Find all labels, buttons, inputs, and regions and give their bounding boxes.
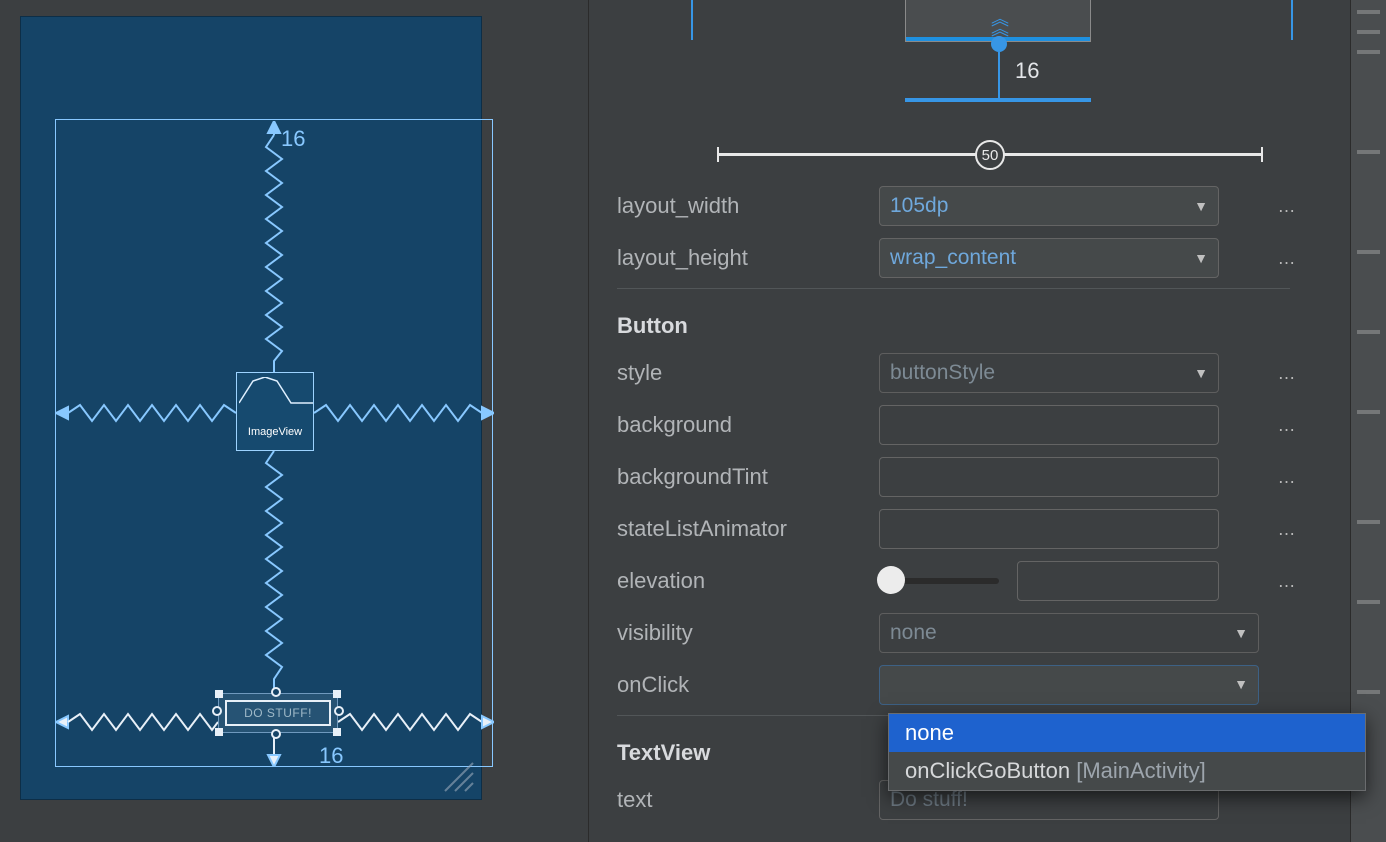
imageview-component[interactable]: ImageView	[236, 372, 314, 451]
prop-label: elevation	[615, 568, 879, 594]
prop-label: stateListAnimator	[615, 516, 879, 542]
caret-down-icon: ▼	[1194, 198, 1208, 214]
prop-row-visibility: visibility none ▼	[615, 607, 1326, 659]
caret-down-icon: ▼	[1234, 676, 1248, 692]
constraint-widget-bottom-bar	[905, 98, 1091, 102]
caret-down-icon: ▼	[1194, 250, 1208, 266]
visibility-value: none	[890, 621, 937, 645]
onclick-input[interactable]	[888, 674, 1184, 696]
horizontal-bias-slider[interactable]: 50	[717, 144, 1263, 164]
statelistanimator-input[interactable]	[879, 509, 1219, 549]
prop-row-onclick: onClick ▼	[615, 659, 1326, 711]
button-component-text: DO STUFF!	[225, 700, 331, 726]
more-actions-button[interactable]: …	[1272, 196, 1302, 217]
blueprint-design-surface[interactable]: 16 16 ImageView DO STUFF!	[20, 16, 482, 800]
elevation-input[interactable]	[1017, 561, 1219, 601]
button-component-selected[interactable]: DO STUFF!	[218, 693, 338, 733]
dropdown-option-none[interactable]: none	[889, 714, 1365, 752]
constraint-anchor[interactable]	[271, 729, 281, 739]
dropdown-option-onclickgobutton[interactable]: onClickGoButton [MainActivity]	[889, 752, 1365, 790]
constraint-widget-bottom-link	[998, 52, 1000, 102]
dropdown-option-label: none	[905, 720, 954, 745]
layout-height-value: wrap_content	[890, 246, 1016, 270]
caret-down-icon: ▼	[1194, 365, 1208, 381]
separator	[617, 288, 1290, 289]
prop-label: layout_height	[615, 245, 879, 271]
visibility-combo[interactable]: none ▼	[879, 613, 1259, 653]
resize-handle[interactable]	[333, 690, 341, 698]
prop-label: visibility	[615, 620, 879, 646]
onclick-combo[interactable]: ▼	[879, 665, 1259, 705]
constraint-spring-top	[264, 121, 284, 374]
prop-label: backgroundTint	[615, 464, 879, 490]
prop-label: text	[615, 787, 879, 813]
caret-down-icon: ▼	[1234, 625, 1248, 641]
prop-row-statelistanimator: stateListAnimator …	[615, 503, 1326, 555]
constraint-spring-right-img	[314, 402, 494, 424]
more-actions-button[interactable]: …	[1272, 571, 1302, 592]
text-value: Do stuff!	[890, 788, 968, 812]
prop-label: style	[615, 360, 879, 386]
bias-thumb[interactable]: 50	[975, 140, 1005, 170]
resize-handle[interactable]	[215, 728, 223, 736]
prop-row-elevation: elevation …	[615, 555, 1326, 607]
constraint-widget-left-rail	[691, 0, 693, 40]
more-actions-button[interactable]: …	[1272, 363, 1302, 384]
constraint-widget-chevrons-icon: ︽︽	[991, 14, 1009, 34]
imageview-label: ImageView	[237, 426, 313, 438]
prop-row-backgroundtint: backgroundTint …	[615, 451, 1326, 503]
section-header-button: Button	[615, 295, 1326, 347]
constraint-widget-right-rail	[1291, 0, 1293, 40]
constraint-widget-bottom-margin-value[interactable]: 16	[1015, 58, 1039, 84]
more-actions-button[interactable]: …	[1272, 467, 1302, 488]
style-value: buttonStyle	[890, 361, 995, 385]
layout-height-combo[interactable]: wrap_content ▼	[879, 238, 1219, 278]
backgroundtint-input[interactable]	[879, 457, 1219, 497]
more-actions-button[interactable]: …	[1272, 415, 1302, 436]
layout-width-combo[interactable]: 105dp ▼	[879, 186, 1219, 226]
margin-top-value: 16	[281, 126, 305, 152]
constraint-anchor[interactable]	[271, 687, 281, 697]
elevation-slider[interactable]	[879, 578, 999, 584]
resize-grip-icon[interactable]	[439, 757, 475, 793]
prop-row-layout-width: layout_width 105dp ▼ …	[615, 180, 1326, 232]
prop-label: layout_width	[615, 193, 879, 219]
prop-label: background	[615, 412, 879, 438]
prop-row-layout-height: layout_height wrap_content ▼ …	[615, 232, 1326, 284]
prop-row-background: background …	[615, 399, 1326, 451]
resize-handle[interactable]	[215, 690, 223, 698]
background-input[interactable]	[879, 405, 1219, 445]
layout-width-value: 105dp	[890, 194, 948, 218]
dropdown-option-context: [MainActivity]	[1076, 758, 1206, 783]
constraint-spring-left-btn	[56, 711, 218, 733]
onclick-dropdown-popup[interactable]: none onClickGoButton [MainActivity]	[888, 713, 1366, 791]
prop-row-style: style buttonStyle ▼ …	[615, 347, 1326, 399]
constraint-anchor[interactable]	[334, 706, 344, 716]
resize-handle[interactable]	[333, 728, 341, 736]
constraint-anchor[interactable]	[212, 706, 222, 716]
imageview-curve-icon	[239, 377, 313, 405]
prop-label: onClick	[615, 672, 879, 698]
constraint-widget[interactable]: ︽︽ 16 50	[615, 0, 1295, 180]
style-combo[interactable]: buttonStyle ▼	[879, 353, 1219, 393]
elevation-thumb[interactable]	[877, 566, 905, 594]
more-actions-button[interactable]: …	[1272, 248, 1302, 269]
more-actions-button[interactable]: …	[1272, 519, 1302, 540]
margin-bottom-value: 16	[319, 743, 343, 769]
constraint-spring-left-img	[56, 402, 236, 424]
constraint-spring-right-btn	[338, 711, 494, 733]
dropdown-option-label: onClickGoButton	[905, 758, 1076, 783]
constraint-widget-bottom-anchor[interactable]	[991, 36, 1007, 52]
constraint-spring-middle	[264, 451, 284, 691]
